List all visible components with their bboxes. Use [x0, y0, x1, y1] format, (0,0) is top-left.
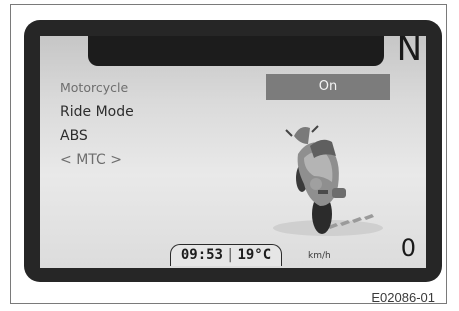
clock-time: 09:53 — [180, 247, 223, 263]
top-status-bar — [88, 36, 384, 66]
clock-temperature-display: 09:53 | 19°C — [170, 244, 282, 266]
selected-value-box[interactable]: On — [266, 74, 390, 100]
menu-item-ride-mode[interactable]: Ride Mode — [60, 100, 134, 124]
settings-menu: Motorcycle Ride Mode ABS < MTC > — [60, 76, 134, 172]
menu-item-label: Ride Mode — [60, 104, 134, 120]
gear-indicator: N — [396, 36, 422, 69]
menu-item-motorcycle[interactable]: Motorcycle — [60, 76, 134, 100]
speed-unit-label: km/h — [308, 251, 331, 261]
chevron-right-icon: > — [110, 152, 122, 168]
status-separator: | — [226, 247, 235, 263]
menu-item-abs[interactable]: ABS — [60, 124, 134, 148]
dashboard-screen: N Motorcycle Ride Mode ABS < MTC > On 09… — [40, 36, 426, 268]
menu-item-mtc[interactable]: < MTC > — [60, 148, 134, 172]
speed-readout: 0 — [400, 234, 416, 262]
motorcycle-illustration — [273, 125, 383, 236]
figure-code: E02086-01 — [371, 290, 435, 305]
ambient-temperature: 19°C — [237, 247, 272, 263]
menu-item-label: Motorcycle — [60, 80, 129, 95]
menu-item-label: MTC — [76, 152, 106, 168]
chevron-left-icon: < — [60, 152, 72, 168]
menu-item-label: ABS — [60, 128, 88, 144]
